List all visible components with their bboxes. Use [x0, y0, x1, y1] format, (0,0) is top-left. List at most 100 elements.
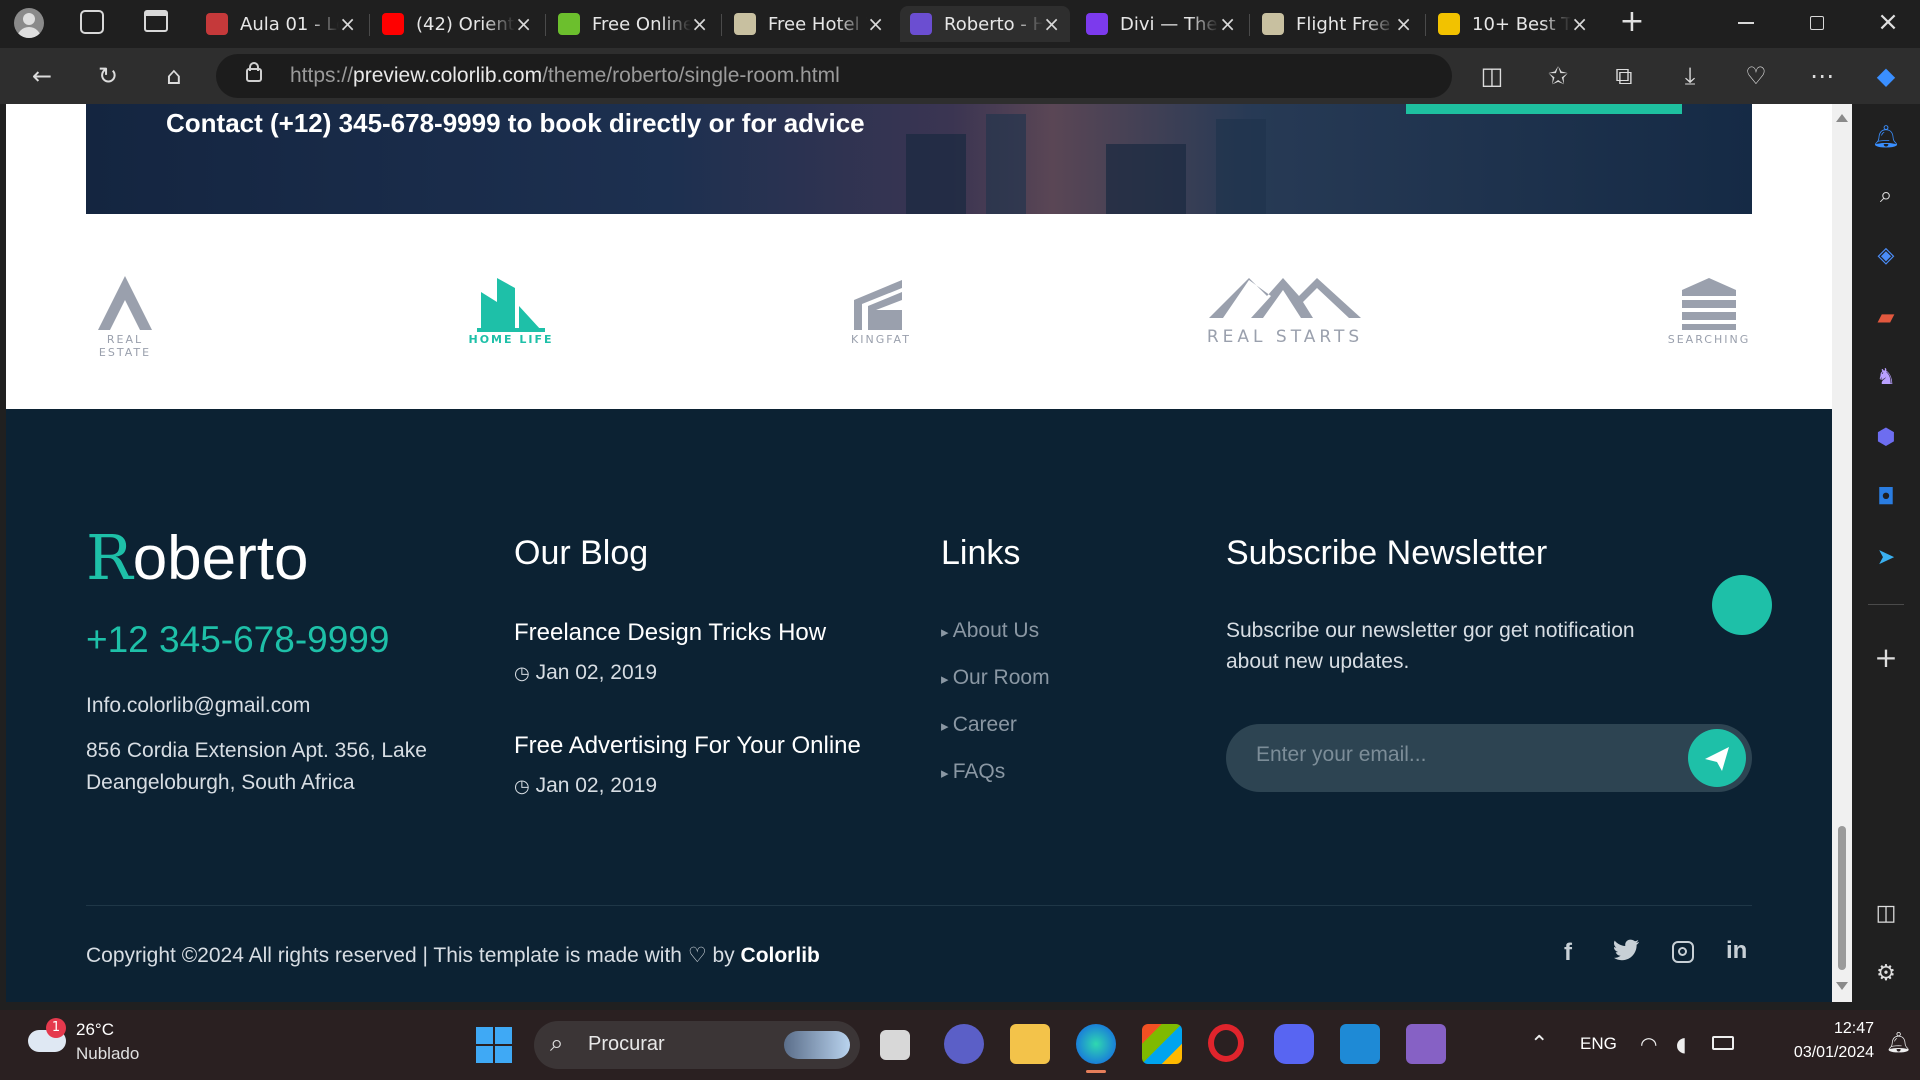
book-now-button[interactable] — [1406, 104, 1682, 114]
settings-icon[interactable]: ⚙ — [1868, 956, 1904, 992]
workspaces-icon[interactable] — [80, 10, 104, 34]
tab-title: Divi — The Ultimate — [1120, 13, 1219, 35]
caret-right-icon: ▸ — [941, 624, 953, 641]
outlook-icon[interactable]: ◘ — [1868, 480, 1904, 516]
notifications-bell-icon[interactable]: 🔔︎ — [1886, 1030, 1911, 1054]
tab-1[interactable]: Aula 01 - Logica× — [196, 6, 366, 42]
tab-4[interactable]: Free Hotel Website× — [724, 6, 894, 42]
blog-post-title-2[interactable]: Free Advertising For Your Online — [514, 732, 861, 760]
tab-separator — [1249, 14, 1250, 36]
weather-widget[interactable]: 1 26°C Nublado — [28, 1018, 178, 1072]
teams-icon[interactable] — [944, 1024, 984, 1064]
home-icon[interactable]: ⌂ — [158, 60, 190, 92]
page-icon — [1262, 13, 1284, 35]
back-icon[interactable]: ← — [26, 60, 58, 92]
footer-link-career[interactable]: ▸ Career — [941, 713, 1017, 737]
close-window-icon[interactable]: × — [1876, 6, 1900, 38]
linkedin-icon[interactable]: in — [1726, 937, 1747, 965]
clock-date[interactable]: 03/01/2024 — [1750, 1044, 1874, 1062]
start-button[interactable] — [476, 1027, 512, 1063]
hide-sidebar-icon[interactable]: ◫ — [1868, 896, 1904, 932]
restore-icon[interactable] — [1810, 16, 1824, 30]
tab-title: Flight Free Template — [1296, 13, 1395, 35]
scrollbar-thumb[interactable] — [1838, 826, 1846, 970]
footer-email: Info.colorlib@gmail.com — [86, 694, 311, 717]
new-tab-icon[interactable]: + — [1616, 6, 1648, 38]
links-heading: Links — [941, 534, 1021, 572]
tab-8[interactable]: 10+ Best Templates× — [1428, 6, 1598, 42]
footer-brand-logo[interactable]: Roberto — [86, 521, 309, 594]
twitter-icon[interactable] — [1613, 939, 1640, 961]
search-placeholder: Procurar — [588, 1033, 665, 1055]
browser-essentials-icon[interactable]: ♡ — [1740, 60, 1772, 92]
caret-right-icon: ▸ — [941, 671, 953, 688]
add-sidebar-app-icon[interactable]: + — [1868, 640, 1904, 676]
divi-icon — [1086, 13, 1108, 35]
language-indicator[interactable]: ENG — [1580, 1034, 1617, 1054]
caret-right-icon: ▸ — [941, 718, 953, 735]
facebook-icon[interactable]: f — [1564, 939, 1572, 967]
site-footer: Roberto +12 345-678-9999 Info.colorlib@g… — [6, 409, 1832, 1002]
tab-2[interactable]: (42) Orientação× — [372, 6, 542, 42]
blog-post-title-1[interactable]: Freelance Design Tricks How — [514, 619, 826, 647]
tools-icon[interactable]: ▰ — [1868, 300, 1904, 336]
battery-icon[interactable] — [1712, 1036, 1734, 1050]
close-tab-icon[interactable]: × — [1219, 12, 1236, 36]
wifi-icon[interactable]: ◠ — [1640, 1032, 1657, 1056]
close-tab-icon[interactable]: × — [1043, 12, 1060, 36]
close-tab-icon[interactable]: × — [339, 12, 356, 36]
shopping-tag-icon[interactable]: ◈ — [1868, 238, 1904, 274]
instagram-icon[interactable] — [1672, 941, 1694, 963]
footer-link-about-us[interactable]: ▸ About Us — [941, 619, 1039, 643]
footer-link-faqs[interactable]: ▸ FAQs — [941, 760, 1005, 784]
bell-icon[interactable]: 🔔︎ — [1868, 120, 1904, 156]
close-tab-icon[interactable]: × — [1571, 12, 1588, 36]
close-tab-icon[interactable]: × — [867, 12, 884, 36]
store-icon[interactable] — [1142, 1024, 1182, 1064]
chevron-up-icon[interactable]: ⌃ — [1530, 1032, 1548, 1057]
close-tab-icon[interactable]: × — [1395, 12, 1412, 36]
send-button[interactable] — [1688, 729, 1746, 787]
minimize-icon[interactable] — [1738, 22, 1754, 24]
visual-studio-icon[interactable] — [1406, 1024, 1446, 1064]
scroll-up-icon[interactable] — [1836, 114, 1848, 122]
blog-heading: Our Blog — [514, 534, 649, 572]
tab-actions-icon[interactable] — [144, 10, 168, 32]
vscode-icon[interactable] — [1340, 1024, 1380, 1064]
downloads-icon[interactable]: ⤓ — [1674, 60, 1706, 92]
clock-time[interactable]: 12:47 — [1790, 1020, 1874, 1038]
search-icon[interactable]: ⌕ — [1868, 178, 1904, 214]
split-screen-icon[interactable]: ◫ — [1476, 60, 1508, 92]
volume-icon[interactable]: ◖ — [1676, 1032, 1687, 1056]
footer-link-our-room[interactable]: ▸ Our Room — [941, 666, 1050, 690]
tab-6[interactable]: Divi — The Ultimate× — [1076, 6, 1246, 42]
close-tab-icon[interactable]: × — [691, 12, 708, 36]
home-life-logo-icon — [477, 278, 545, 332]
edge-taskbar-icon[interactable] — [1076, 1024, 1116, 1064]
url-text[interactable]: https://preview.colorlib.com/theme/rober… — [290, 64, 840, 88]
back-to-top-button[interactable] — [1712, 575, 1772, 635]
copilot-sidebar-icon[interactable]: ⬢ — [1868, 420, 1904, 456]
more-menu-icon[interactable]: ⋯ — [1806, 60, 1838, 92]
copilot-icon[interactable]: ◆ — [1870, 60, 1902, 92]
collections-icon[interactable]: ⧉ — [1608, 60, 1640, 92]
scroll-down-icon[interactable] — [1836, 982, 1848, 990]
telegram-icon[interactable]: ➤ — [1868, 540, 1904, 576]
newsletter-email-input[interactable]: Enter your email... — [1226, 724, 1752, 792]
favorites-icon[interactable]: ✩ — [1542, 60, 1574, 92]
close-tab-icon[interactable]: × — [515, 12, 532, 36]
games-icon[interactable]: ♞ — [1868, 360, 1904, 396]
opera-icon[interactable] — [1208, 1024, 1244, 1062]
taskbar-search[interactable]: ⌕ Procurar — [534, 1021, 860, 1069]
discord-icon[interactable] — [1274, 1024, 1314, 1064]
task-view-icon[interactable] — [880, 1030, 910, 1060]
tab-7[interactable]: Flight Free Template× — [1252, 6, 1422, 42]
tab-3[interactable]: Free Online Tools× — [548, 6, 718, 42]
file-explorer-icon[interactable] — [1010, 1024, 1050, 1064]
profile-avatar-icon[interactable] — [14, 8, 44, 38]
tab-5[interactable]: Roberto - Hotel× — [900, 6, 1070, 42]
colorlib-link[interactable]: Colorlib — [741, 944, 820, 967]
logo-home-life: HOME LIFE — [466, 272, 556, 346]
refresh-icon[interactable]: ↻ — [92, 60, 124, 92]
real-starts-logo-icon — [1209, 278, 1361, 318]
